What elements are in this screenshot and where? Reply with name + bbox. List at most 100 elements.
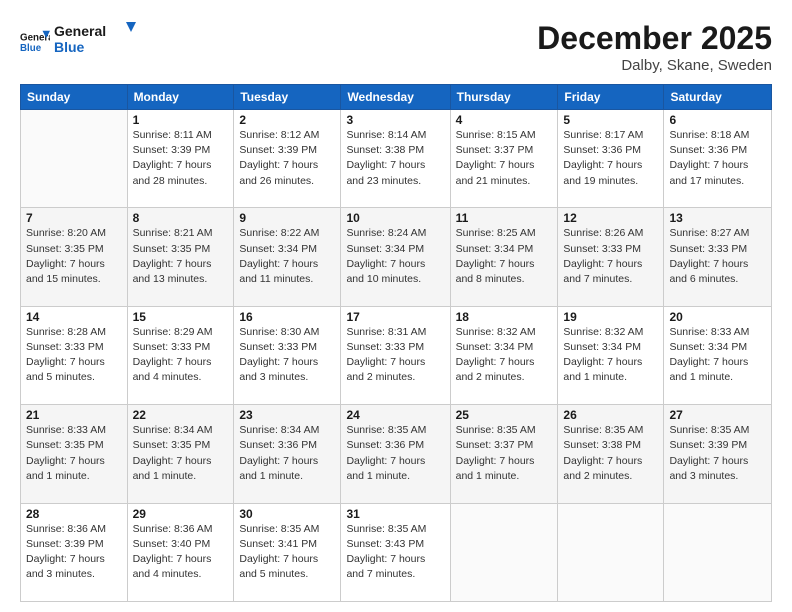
day-number: 21 <box>26 408 122 422</box>
weekday-header-saturday: Saturday <box>664 85 772 110</box>
weekday-header-sunday: Sunday <box>21 85 128 110</box>
calendar-day-22: 22Sunrise: 8:34 AM Sunset: 3:35 PM Dayli… <box>127 405 234 503</box>
weekday-header-tuesday: Tuesday <box>234 85 341 110</box>
day-info: Sunrise: 8:36 AM Sunset: 3:39 PM Dayligh… <box>26 522 122 583</box>
calendar-week-row: 1Sunrise: 8:11 AM Sunset: 3:39 PM Daylig… <box>21 110 772 208</box>
day-info: Sunrise: 8:33 AM Sunset: 3:35 PM Dayligh… <box>26 423 122 484</box>
calendar-table: SundayMondayTuesdayWednesdayThursdayFrid… <box>20 84 772 602</box>
calendar-day-24: 24Sunrise: 8:35 AM Sunset: 3:36 PM Dayli… <box>341 405 450 503</box>
page-title: December 2025 <box>537 20 772 57</box>
day-info: Sunrise: 8:20 AM Sunset: 3:35 PM Dayligh… <box>26 226 122 287</box>
day-number: 4 <box>456 113 553 127</box>
day-number: 3 <box>346 113 444 127</box>
logo: General Blue General Blue <box>20 20 144 63</box>
day-number: 9 <box>239 211 335 225</box>
day-info: Sunrise: 8:36 AM Sunset: 3:40 PM Dayligh… <box>133 522 229 583</box>
calendar-day-15: 15Sunrise: 8:29 AM Sunset: 3:33 PM Dayli… <box>127 306 234 404</box>
day-number: 27 <box>669 408 766 422</box>
calendar-day-2: 2Sunrise: 8:12 AM Sunset: 3:39 PM Daylig… <box>234 110 341 208</box>
day-number: 26 <box>563 408 658 422</box>
day-number: 6 <box>669 113 766 127</box>
calendar-day-19: 19Sunrise: 8:32 AM Sunset: 3:34 PM Dayli… <box>558 306 664 404</box>
calendar-day-9: 9Sunrise: 8:22 AM Sunset: 3:34 PM Daylig… <box>234 208 341 306</box>
day-info: Sunrise: 8:32 AM Sunset: 3:34 PM Dayligh… <box>456 325 553 386</box>
day-info: Sunrise: 8:32 AM Sunset: 3:34 PM Dayligh… <box>563 325 658 386</box>
day-number: 2 <box>239 113 335 127</box>
day-info: Sunrise: 8:35 AM Sunset: 3:43 PM Dayligh… <box>346 522 444 583</box>
day-number: 14 <box>26 310 122 324</box>
day-number: 11 <box>456 211 553 225</box>
calendar-empty-cell <box>450 503 558 601</box>
calendar-day-4: 4Sunrise: 8:15 AM Sunset: 3:37 PM Daylig… <box>450 110 558 208</box>
calendar-week-row: 28Sunrise: 8:36 AM Sunset: 3:39 PM Dayli… <box>21 503 772 601</box>
calendar-day-5: 5Sunrise: 8:17 AM Sunset: 3:36 PM Daylig… <box>558 110 664 208</box>
day-number: 20 <box>669 310 766 324</box>
day-info: Sunrise: 8:31 AM Sunset: 3:33 PM Dayligh… <box>346 325 444 386</box>
calendar-day-31: 31Sunrise: 8:35 AM Sunset: 3:43 PM Dayli… <box>341 503 450 601</box>
svg-text:Blue: Blue <box>20 43 42 54</box>
weekday-header-friday: Friday <box>558 85 664 110</box>
calendar-day-17: 17Sunrise: 8:31 AM Sunset: 3:33 PM Dayli… <box>341 306 450 404</box>
calendar-day-26: 26Sunrise: 8:35 AM Sunset: 3:38 PM Dayli… <box>558 405 664 503</box>
calendar-day-23: 23Sunrise: 8:34 AM Sunset: 3:36 PM Dayli… <box>234 405 341 503</box>
day-number: 10 <box>346 211 444 225</box>
day-info: Sunrise: 8:15 AM Sunset: 3:37 PM Dayligh… <box>456 128 553 189</box>
calendar-day-16: 16Sunrise: 8:30 AM Sunset: 3:33 PM Dayli… <box>234 306 341 404</box>
day-info: Sunrise: 8:35 AM Sunset: 3:38 PM Dayligh… <box>563 423 658 484</box>
day-number: 7 <box>26 211 122 225</box>
weekday-header-monday: Monday <box>127 85 234 110</box>
calendar-day-20: 20Sunrise: 8:33 AM Sunset: 3:34 PM Dayli… <box>664 306 772 404</box>
day-number: 19 <box>563 310 658 324</box>
calendar-week-row: 7Sunrise: 8:20 AM Sunset: 3:35 PM Daylig… <box>21 208 772 306</box>
day-info: Sunrise: 8:35 AM Sunset: 3:37 PM Dayligh… <box>456 423 553 484</box>
day-info: Sunrise: 8:26 AM Sunset: 3:33 PM Dayligh… <box>563 226 658 287</box>
svg-text:Blue: Blue <box>54 39 85 55</box>
day-info: Sunrise: 8:35 AM Sunset: 3:41 PM Dayligh… <box>239 522 335 583</box>
day-number: 25 <box>456 408 553 422</box>
day-number: 29 <box>133 507 229 521</box>
weekday-header-row: SundayMondayTuesdayWednesdayThursdayFrid… <box>21 85 772 110</box>
calendar-day-28: 28Sunrise: 8:36 AM Sunset: 3:39 PM Dayli… <box>21 503 128 601</box>
calendar-week-row: 14Sunrise: 8:28 AM Sunset: 3:33 PM Dayli… <box>21 306 772 404</box>
day-number: 13 <box>669 211 766 225</box>
day-number: 1 <box>133 113 229 127</box>
calendar-day-3: 3Sunrise: 8:14 AM Sunset: 3:38 PM Daylig… <box>341 110 450 208</box>
logo-graphic: General Blue <box>54 20 144 58</box>
day-info: Sunrise: 8:30 AM Sunset: 3:33 PM Dayligh… <box>239 325 335 386</box>
weekday-header-wednesday: Wednesday <box>341 85 450 110</box>
calendar-day-18: 18Sunrise: 8:32 AM Sunset: 3:34 PM Dayli… <box>450 306 558 404</box>
day-number: 17 <box>346 310 444 324</box>
calendar-day-10: 10Sunrise: 8:24 AM Sunset: 3:34 PM Dayli… <box>341 208 450 306</box>
day-info: Sunrise: 8:24 AM Sunset: 3:34 PM Dayligh… <box>346 226 444 287</box>
calendar-day-21: 21Sunrise: 8:33 AM Sunset: 3:35 PM Dayli… <box>21 405 128 503</box>
day-info: Sunrise: 8:33 AM Sunset: 3:34 PM Dayligh… <box>669 325 766 386</box>
calendar-day-12: 12Sunrise: 8:26 AM Sunset: 3:33 PM Dayli… <box>558 208 664 306</box>
svg-text:General: General <box>54 23 106 39</box>
day-number: 5 <box>563 113 658 127</box>
day-number: 16 <box>239 310 335 324</box>
calendar-day-8: 8Sunrise: 8:21 AM Sunset: 3:35 PM Daylig… <box>127 208 234 306</box>
day-info: Sunrise: 8:18 AM Sunset: 3:36 PM Dayligh… <box>669 128 766 189</box>
day-number: 15 <box>133 310 229 324</box>
title-block: December 2025 Dalby, Skane, Sweden <box>537 20 772 74</box>
calendar-day-29: 29Sunrise: 8:36 AM Sunset: 3:40 PM Dayli… <box>127 503 234 601</box>
day-number: 8 <box>133 211 229 225</box>
weekday-header-thursday: Thursday <box>450 85 558 110</box>
day-info: Sunrise: 8:35 AM Sunset: 3:39 PM Dayligh… <box>669 423 766 484</box>
calendar-empty-cell <box>664 503 772 601</box>
calendar-day-7: 7Sunrise: 8:20 AM Sunset: 3:35 PM Daylig… <box>21 208 128 306</box>
day-info: Sunrise: 8:11 AM Sunset: 3:39 PM Dayligh… <box>133 128 229 189</box>
day-info: Sunrise: 8:25 AM Sunset: 3:34 PM Dayligh… <box>456 226 553 287</box>
day-number: 18 <box>456 310 553 324</box>
day-info: Sunrise: 8:21 AM Sunset: 3:35 PM Dayligh… <box>133 226 229 287</box>
day-number: 22 <box>133 408 229 422</box>
day-number: 23 <box>239 408 335 422</box>
day-info: Sunrise: 8:35 AM Sunset: 3:36 PM Dayligh… <box>346 423 444 484</box>
day-number: 30 <box>239 507 335 521</box>
day-info: Sunrise: 8:28 AM Sunset: 3:33 PM Dayligh… <box>26 325 122 386</box>
day-info: Sunrise: 8:29 AM Sunset: 3:33 PM Dayligh… <box>133 325 229 386</box>
calendar-day-6: 6Sunrise: 8:18 AM Sunset: 3:36 PM Daylig… <box>664 110 772 208</box>
day-number: 28 <box>26 507 122 521</box>
header: General Blue General Blue December 2025 … <box>20 20 772 74</box>
day-number: 31 <box>346 507 444 521</box>
